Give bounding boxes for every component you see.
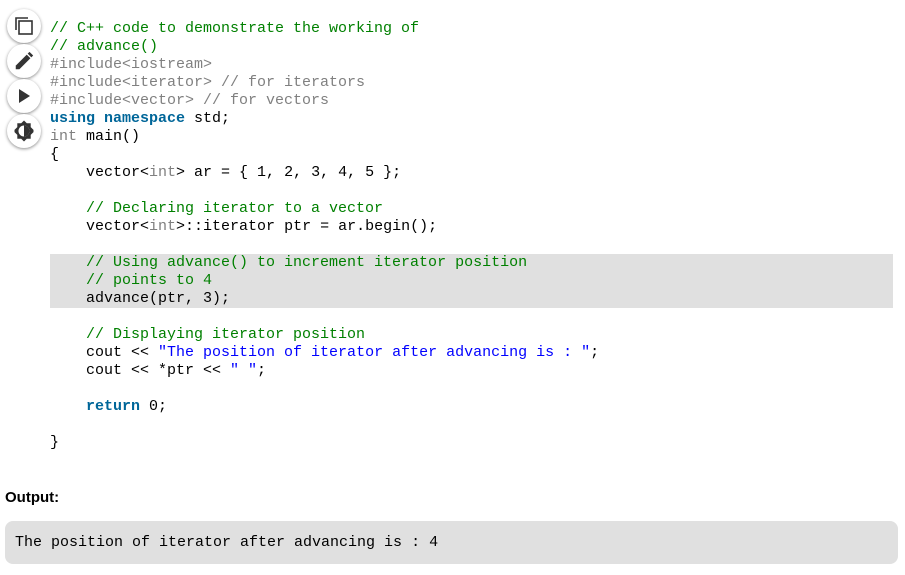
code-line-highlighted: // points to 4: [50, 272, 893, 290]
run-icon: [14, 86, 34, 106]
code-line: }: [50, 434, 60, 451]
code-line: #include<iterator> // for iterators: [50, 74, 366, 91]
output-label: Output:: [5, 489, 60, 506]
code-line-highlighted: advance(ptr, 3);: [50, 290, 893, 308]
code-line: cout << *ptr << " ";: [50, 362, 267, 379]
code-line: return 0;: [86, 398, 168, 415]
theme-toggle-icon: [12, 119, 36, 143]
code-line: // C++ code to demonstrate the working o…: [50, 20, 420, 37]
code-line: // advance(): [50, 38, 159, 55]
run-button[interactable]: [7, 79, 41, 113]
theme-toggle-button[interactable]: [7, 114, 41, 148]
code-line-highlighted: // Using advance() to increment iterator…: [50, 254, 893, 272]
copy-icon: [13, 15, 35, 37]
edit-button[interactable]: [7, 44, 41, 78]
code-line: vector<int>::iterator ptr = ar.begin();: [50, 218, 438, 235]
code-line: #include<vector> // for vectors: [50, 92, 330, 109]
code-line: vector<int> ar = { 1, 2, 3, 4, 5 };: [50, 164, 402, 181]
code-line: int main(): [50, 128, 141, 145]
code-line: cout << "The position of iterator after …: [50, 344, 600, 361]
code-block: // C++ code to demonstrate the working o…: [50, 20, 893, 452]
output-text: The position of iterator after advancing…: [15, 534, 439, 551]
code-line: using namespace std;: [50, 110, 231, 127]
code-line: #include<iostream>: [50, 56, 213, 73]
code-line: {: [50, 146, 60, 163]
output-box: The position of iterator after advancing…: [5, 521, 898, 564]
copy-button[interactable]: [7, 9, 41, 43]
code-line: // Displaying iterator position: [50, 326, 366, 343]
code-line: // Declaring iterator to a vector: [50, 200, 384, 217]
edit-icon: [13, 50, 35, 72]
code-toolbar: [7, 9, 43, 149]
